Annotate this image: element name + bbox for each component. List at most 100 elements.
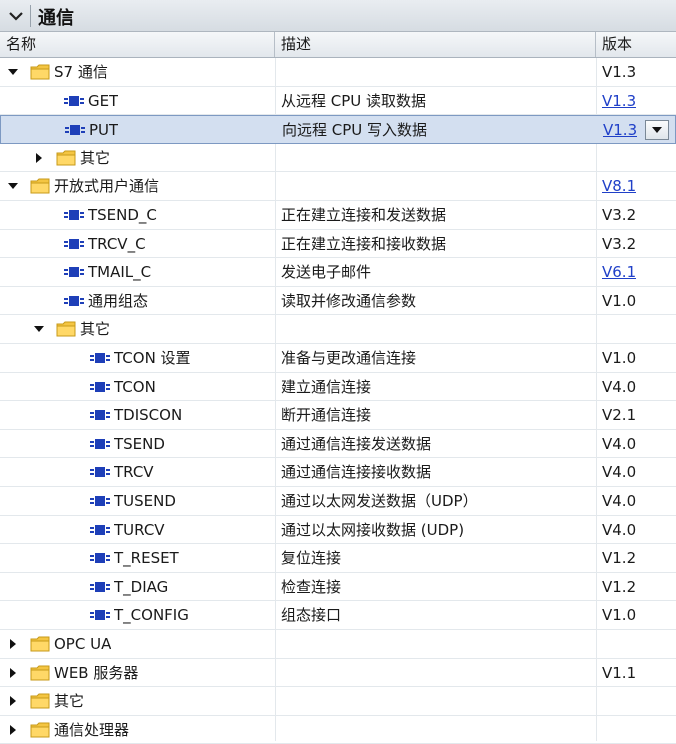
function-block-icon [90, 581, 110, 592]
function-block-icon [90, 524, 110, 535]
expand-down-arrow-icon[interactable] [8, 67, 18, 77]
function-block-icon [90, 467, 110, 478]
expand-down-arrow-icon[interactable] [8, 181, 18, 191]
tree-instruction-row[interactable]: TMAIL_C 发送电子邮件 V6.1 [0, 258, 676, 287]
tree-instruction-row[interactable]: GET 从远程 CPU 读取数据 V1.3 [0, 87, 676, 116]
tree-folder-row[interactable]: 其它 [0, 144, 676, 173]
tree-instruction-row[interactable]: TRCV 通过通信连接接收数据 V4.0 [0, 458, 676, 487]
tree-instruction-row[interactable]: TCON 建立通信连接 V4.0 [0, 373, 676, 402]
tree-folder-row[interactable]: 其它 [0, 687, 676, 716]
row-version: V3.2 [602, 234, 637, 253]
tree-folder-row[interactable]: WEB 服务器 V1.1 [0, 659, 676, 688]
tree-instruction-row[interactable]: T_RESET 复位连接 V1.2 [0, 544, 676, 573]
expand-right-arrow-icon[interactable] [8, 639, 18, 649]
expand-right-arrow-icon[interactable] [34, 152, 44, 163]
row-description: 通过通信连接发送数据 [281, 434, 432, 453]
version-link[interactable]: V1.3 [602, 87, 636, 115]
function-block-icon [90, 496, 110, 506]
tree-instruction-row[interactable]: TSEND 通过通信连接发送数据 V4.0 [0, 430, 676, 459]
expand-right-arrow-icon[interactable] [8, 667, 18, 678]
tree-folder-row[interactable]: 开放式用户通信 V8.1 [0, 172, 676, 201]
row-version: V1.0 [602, 291, 637, 310]
function-block-icon [64, 238, 84, 249]
row-version: V1.0 [602, 606, 637, 625]
row-version: V1.0 [602, 349, 637, 367]
tree-instruction-row[interactable]: PUT 向远程 CPU 写入数据 V1.3 [0, 115, 676, 144]
version-link[interactable]: V1.3 [603, 116, 637, 144]
panel-title: 通信 [38, 8, 74, 29]
function-block-icon [64, 267, 84, 278]
row-version: V3.2 [602, 206, 637, 224]
version-link[interactable]: V8.1 [602, 172, 636, 200]
table-header: 名称 描述 版本 [0, 32, 676, 58]
version-dropdown-button[interactable] [645, 120, 669, 141]
row-name: TUSEND [114, 492, 176, 510]
row-description: 向远程 CPU 写入数据 [282, 121, 428, 140]
row-name: 开放式用户通信 [54, 177, 160, 196]
row-name: TMAIL_C [88, 263, 152, 282]
row-description [281, 172, 591, 200]
row-description: 从远程 CPU 读取数据 [281, 91, 427, 110]
row-description [281, 659, 591, 687]
row-description: 通过通信连接接收数据 [281, 463, 432, 482]
chevron-down-icon[interactable] [6, 6, 26, 26]
tree-instruction-row[interactable]: 通用组态 读取并修改通信参数 V1.0 [0, 287, 676, 316]
row-name: S7 通信 [54, 63, 108, 81]
tree-instruction-row[interactable]: TCON 设置 准备与更改通信连接 V1.0 [0, 344, 676, 373]
tree-instruction-row[interactable]: TRCV_C 正在建立连接和接收数据 V3.2 [0, 230, 676, 259]
version-link[interactable]: V6.1 [602, 258, 636, 286]
row-description [281, 315, 591, 343]
column-header-name[interactable]: 名称 [0, 32, 275, 57]
function-block-icon [64, 95, 84, 106]
expand-down-arrow-icon[interactable] [34, 324, 44, 334]
tree-instruction-row[interactable]: T_DIAG 检查连接 V1.2 [0, 573, 676, 602]
row-description: 建立通信连接 [281, 377, 372, 396]
row-name: TSEND [114, 434, 165, 453]
row-name: TDISCON [114, 406, 183, 425]
expand-right-arrow-icon[interactable] [8, 696, 18, 707]
column-header-description[interactable]: 描述 [275, 32, 596, 57]
folder-icon [30, 693, 50, 709]
row-name: TURCV [114, 520, 165, 539]
row-version: V4.0 [602, 520, 637, 539]
expand-right-arrow-icon[interactable] [8, 724, 18, 735]
row-description [281, 716, 591, 744]
panel-titlebar[interactable]: 通信 [0, 0, 676, 32]
tree-folder-row[interactable]: OPC UA [0, 630, 676, 659]
row-description [281, 58, 591, 86]
row-version: V1.2 [602, 549, 637, 568]
function-block-icon [90, 381, 110, 392]
tree-folder-row[interactable]: 其它 [0, 315, 676, 344]
row-description: 正在建立连接和发送数据 [281, 206, 447, 224]
row-version: V4.0 [602, 434, 637, 453]
row-version: V4.0 [602, 492, 637, 510]
tree-instruction-row[interactable]: T_CONFIG 组态接口 V1.0 [0, 601, 676, 630]
row-name: TRCV_C [88, 234, 146, 253]
function-block-icon [90, 410, 110, 421]
row-name: PUT [89, 121, 119, 140]
row-description: 读取并修改通信参数 [281, 291, 417, 310]
row-name: 通用组态 [88, 291, 149, 310]
tree-instruction-row[interactable]: TUSEND 通过以太网发送数据（UDP） V4.0 [0, 487, 676, 516]
tree-instruction-row[interactable]: TDISCON 断开通信连接 V2.1 [0, 401, 676, 430]
function-block-icon [90, 553, 110, 564]
row-name: 其它 [54, 692, 85, 711]
dropdown-arrow-icon [652, 127, 662, 134]
row-name: T_DIAG [114, 577, 169, 596]
title-divider [30, 5, 31, 27]
function-block-icon [65, 125, 85, 136]
tree-instruction-row[interactable]: TSEND_C 正在建立连接和发送数据 V3.2 [0, 201, 676, 230]
row-description: 通过以太网发送数据（UDP） [281, 492, 478, 510]
tree-folder-row[interactable]: 通信处理器 [0, 716, 676, 744]
column-header-version[interactable]: 版本 [596, 32, 676, 57]
row-description: 复位连接 [281, 549, 342, 568]
tree-folder-row[interactable]: S7 通信 V1.3 [0, 58, 676, 87]
row-name: 通信处理器 [54, 720, 130, 739]
tree-instruction-row[interactable]: TURCV 通过以太网接收数据 (UDP) V4.0 [0, 516, 676, 545]
row-name: T_RESET [114, 549, 179, 568]
row-name: TSEND_C [88, 206, 157, 224]
row-description: 准备与更改通信连接 [281, 349, 417, 367]
function-block-icon [90, 353, 110, 363]
row-name: TCON [114, 377, 156, 396]
function-block-icon [90, 438, 110, 449]
